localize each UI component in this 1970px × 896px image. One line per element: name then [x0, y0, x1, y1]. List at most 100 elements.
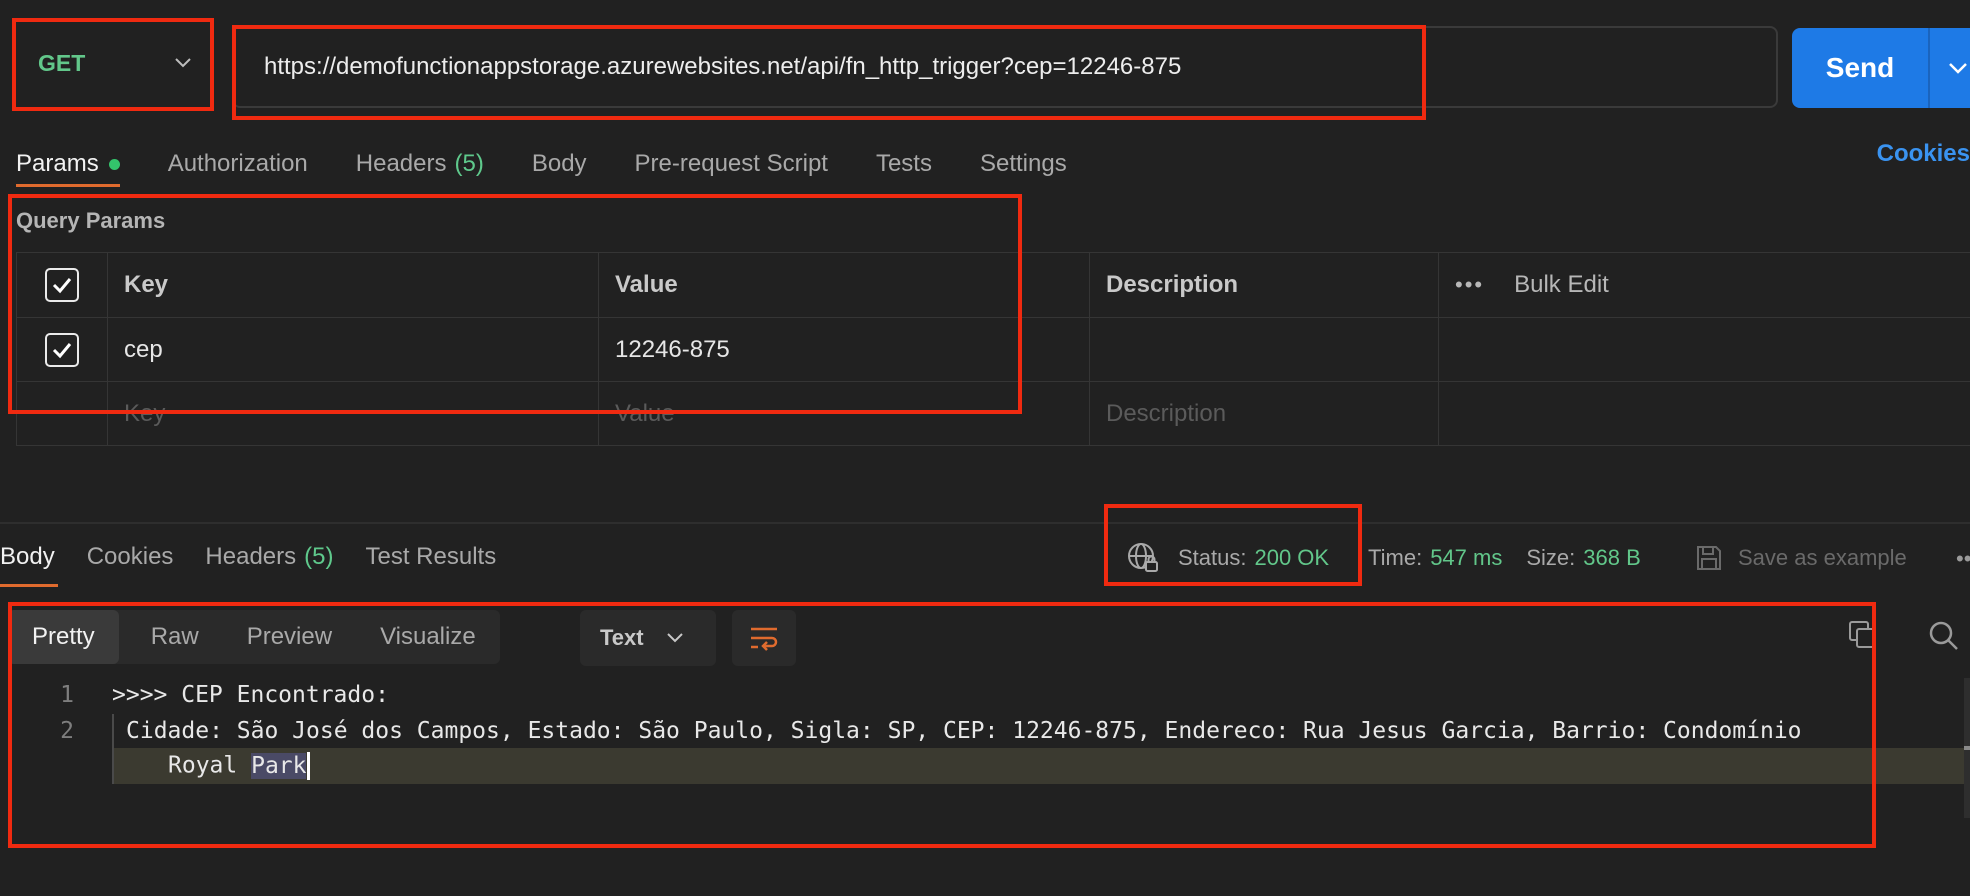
header-key: Key	[107, 252, 599, 318]
new-description-input[interactable]: Description	[1089, 381, 1439, 446]
params-active-dot	[108, 158, 120, 170]
tab-params-label: Params	[16, 150, 99, 177]
response-tab-headers-label: Headers	[205, 543, 297, 570]
cookies-link[interactable]: Cookies	[1870, 140, 1970, 168]
url-text: https://demofunctionappstorage.azurewebs…	[264, 53, 1182, 80]
tab-body[interactable]: Body	[532, 150, 587, 178]
wrap-lines-button[interactable]	[732, 610, 796, 666]
table-row-new: Key Value Description	[16, 381, 1970, 446]
method-label: GET	[38, 49, 86, 76]
header-checkbox-cell	[16, 252, 108, 318]
response-tab-body[interactable]: Body	[0, 543, 55, 571]
tab-prerequest-script[interactable]: Pre-request Script	[635, 150, 828, 178]
response-status: Status: 200 OK	[1126, 536, 1329, 580]
new-row-extra-cell	[1438, 381, 1970, 446]
tab-settings[interactable]: Settings	[980, 150, 1067, 178]
send-divider	[1928, 28, 1930, 108]
tab-authorization[interactable]: Authorization	[168, 150, 308, 178]
response-body-tab-underline	[0, 584, 58, 587]
response-tab-headers[interactable]: Headers (5)	[205, 543, 333, 571]
request-tabs: Params Authorization Headers (5) Body Pr…	[16, 140, 1115, 188]
query-params-title: Query Params	[16, 208, 166, 233]
status-value[interactable]: 200 OK	[1254, 545, 1329, 571]
response-tab-cookies-label: Cookies	[86, 543, 174, 570]
send-label: Send	[1825, 52, 1895, 83]
more-options-icon[interactable]: •••	[1455, 272, 1484, 298]
params-tab-underline	[16, 184, 120, 187]
header-value: Value	[598, 252, 1090, 318]
mode-raw[interactable]: Raw	[127, 610, 223, 664]
current-line-highlight	[112, 748, 1970, 784]
tab-body-label: Body	[531, 150, 587, 177]
header-bulk-edit-cell: ••• Bulk Edit	[1438, 252, 1970, 318]
tab-authorization-label: Authorization	[167, 150, 308, 177]
response-tabs: Body Cookies Headers (5) Test Results	[0, 532, 528, 582]
tab-headers-count: (5)	[454, 150, 484, 177]
text-caret	[307, 752, 311, 780]
bulk-edit-button[interactable]: Bulk Edit	[1514, 271, 1609, 299]
line-number-1: 1	[60, 682, 74, 708]
body-view-modes: Pretty Raw Preview Visualize	[8, 610, 500, 664]
response-tab-test-results-label: Test Results	[365, 543, 497, 570]
scrollbar-marker	[1964, 746, 1970, 750]
url-input[interactable]: https://demofunctionappstorage.azurewebs…	[232, 26, 1778, 108]
save-as-example-label: Save as example	[1738, 545, 1907, 570]
chevron-down-icon	[666, 633, 683, 643]
new-value-input[interactable]: Value	[598, 381, 1090, 446]
code-line-2-wrap: Royal Park	[168, 752, 311, 780]
tab-headers[interactable]: Headers (5)	[356, 150, 484, 178]
mode-visualize[interactable]: Visualize	[356, 610, 500, 664]
tab-params[interactable]: Params	[16, 150, 120, 178]
response-more-icon[interactable]: ••	[1956, 546, 1970, 572]
response-tab-body-label: Body	[0, 543, 55, 570]
method-select[interactable]: GET	[14, 18, 210, 108]
globe-lock-icon[interactable]	[1126, 541, 1160, 575]
send-dropdown-chevron-icon[interactable]	[1948, 62, 1968, 74]
header-description: Description	[1089, 252, 1439, 318]
table-header-row: Key Value Description ••• Bulk Edit	[16, 252, 1970, 318]
param-extra-cell	[1438, 317, 1970, 382]
wrap-lines-icon	[751, 627, 778, 651]
param-enabled-checkbox[interactable]	[45, 332, 79, 367]
check-icon	[52, 342, 72, 358]
tab-settings-label: Settings	[979, 150, 1067, 177]
status-label: Status:	[1178, 545, 1247, 570]
check-icon	[52, 278, 72, 294]
param-value-cell[interactable]: 12246-875	[598, 317, 1090, 382]
send-button[interactable]: Send	[1792, 28, 1970, 108]
save-icon	[1697, 546, 1721, 570]
mode-preview[interactable]: Preview	[223, 610, 356, 664]
response-tab-headers-count: (5)	[304, 543, 334, 570]
response-meta: Time: 547 ms Size: 368 B	[1368, 536, 1665, 580]
copy-icon[interactable]	[1846, 618, 1880, 652]
time-value[interactable]: 547 ms	[1430, 545, 1502, 571]
response-tab-test-results[interactable]: Test Results	[365, 543, 496, 571]
time-label: Time:	[1368, 545, 1423, 570]
table-row: cep 12246-875	[16, 317, 1970, 382]
mode-pretty[interactable]: Pretty	[8, 610, 119, 664]
param-key-cell[interactable]: cep	[107, 317, 599, 382]
row-checkbox-cell	[16, 317, 108, 382]
search-icon[interactable]	[1926, 618, 1960, 652]
save-as-example-button[interactable]: Save as example	[1694, 536, 1907, 580]
response-tab-cookies[interactable]: Cookies	[87, 543, 174, 571]
tab-headers-label: Headers	[355, 150, 447, 177]
size-value[interactable]: 368 B	[1583, 545, 1641, 571]
new-key-input[interactable]: Key	[107, 381, 599, 446]
line-number-2: 2	[60, 718, 74, 744]
code-line-1: >>>> CEP Encontrado:	[112, 682, 389, 708]
size-label: Size:	[1526, 545, 1576, 570]
format-label: Text	[600, 625, 644, 650]
tab-tests-label: Tests	[875, 150, 932, 177]
param-description-cell[interactable]	[1089, 317, 1439, 382]
code-line-2: Cidade: São José dos Campos, Estado: São…	[126, 718, 1802, 744]
select-all-checkbox[interactable]	[45, 268, 79, 302]
chevron-down-icon	[175, 58, 191, 68]
new-row-checkbox-cell	[16, 381, 108, 446]
format-select[interactable]: Text	[580, 610, 716, 666]
response-divider	[0, 522, 1970, 524]
wrap-prefix: Royal	[168, 752, 252, 779]
tab-tests[interactable]: Tests	[876, 150, 932, 178]
tab-prerequest-label: Pre-request Script	[634, 150, 828, 177]
selected-text: Park	[251, 752, 307, 779]
